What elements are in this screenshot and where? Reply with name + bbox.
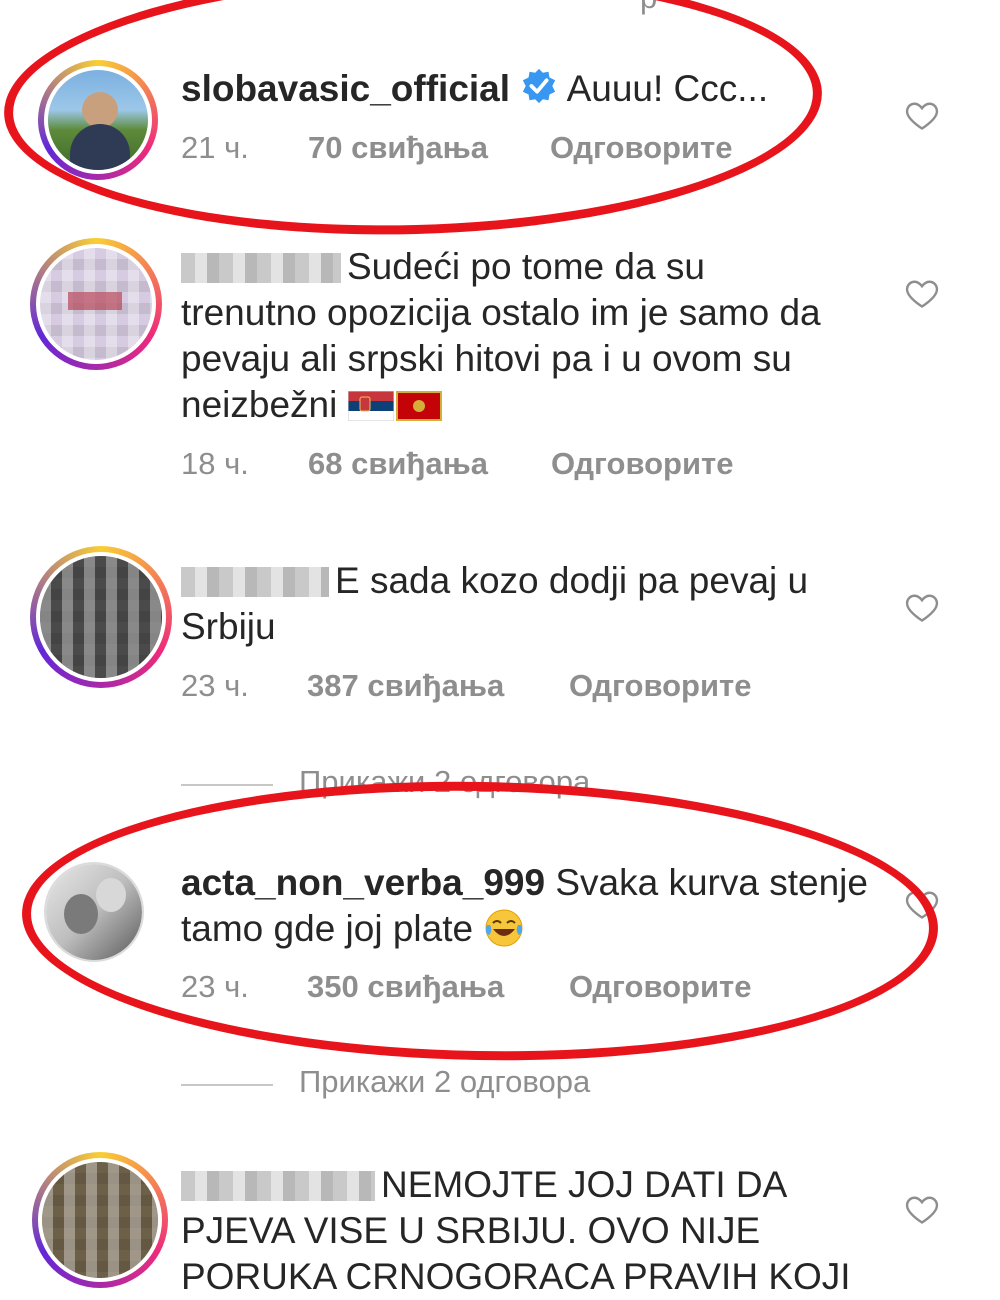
comment-text: NEMOJTE JOJ DATI DA (381, 1164, 788, 1205)
montenegro-flag-icon (395, 391, 442, 421)
comment-line: pevaju ali srpski hitovi pa i u ovom su (181, 338, 792, 379)
username[interactable]: slobavasic_official (181, 68, 510, 109)
comment-line: tamo gde joj plate (181, 906, 881, 952)
likes-count[interactable]: 387 свиђања (307, 668, 504, 704)
blurred-username[interactable] (181, 567, 329, 597)
likes-count[interactable]: 68 свиђања (308, 446, 488, 482)
comment-text: neizbežni (181, 384, 338, 425)
comment-line: trenutno opozicija ostalo im je samo da (181, 292, 821, 333)
blurred-username[interactable] (181, 1171, 375, 1201)
comment-line: Sudeći po tome da su (181, 244, 881, 290)
timestamp: 18 ч. (181, 446, 249, 481)
view-replies-label: Прикажи 2 одговора (299, 764, 591, 799)
comment-body: slobavasic_official Auuu! Ccc... (181, 66, 881, 112)
avatar[interactable] (38, 60, 158, 180)
comment-text: tamo gde joj plate (181, 908, 474, 949)
avatar[interactable] (44, 862, 144, 962)
likes-count[interactable]: 350 свиђања (307, 969, 504, 1005)
blurred-username[interactable] (181, 253, 341, 283)
comment-body: acta_non_verba_999 Svaka kurva stenje ta… (181, 860, 881, 952)
comment-line: acta_non_verba_999 Svaka kurva stenje (181, 860, 881, 906)
likes-count[interactable]: 70 свиђања (308, 130, 488, 166)
heart-icon[interactable] (904, 1191, 940, 1227)
reply-button[interactable]: Одговорите (550, 130, 732, 166)
comment-line: Srbiju (181, 606, 276, 647)
heart-icon[interactable] (904, 886, 940, 922)
avatar[interactable] (32, 1152, 168, 1288)
timestamp: 23 ч. (181, 969, 249, 1004)
comment-body: NEMOJTE JOJ DATI DA PJEVA VISE U SRBIJU.… (181, 1162, 881, 1300)
comment-line: neizbežni (181, 382, 881, 428)
divider (181, 1084, 273, 1086)
comment-body: E sada kozo dodji pa pevaj u Srbiju (181, 558, 881, 650)
avatar[interactable] (30, 238, 162, 370)
verified-badge-icon (523, 68, 556, 104)
heart-icon[interactable] (904, 589, 940, 625)
comment-line: PJEVA VISE U SRBIJU. OVO NIJE (181, 1210, 761, 1251)
timestamp: 23 ч. (181, 668, 249, 703)
comment-line: E sada kozo dodji pa pevaj u (181, 558, 881, 604)
username[interactable]: acta_non_verba_999 (181, 862, 545, 903)
reply-button[interactable]: Одговорите (569, 969, 751, 1005)
serbia-flag-icon (347, 391, 394, 421)
heart-icon[interactable] (904, 97, 940, 133)
view-replies-label: Прикажи 2 одговора (299, 1064, 591, 1099)
reply-button[interactable]: Одговорите (551, 446, 733, 482)
comment-text: Auuu! Ccc... (566, 68, 769, 109)
comment-line: PORUKA CRNOGORACA PRAVIH KOJI (181, 1256, 851, 1297)
comment-line: NEMOJTE JOJ DATI DA (181, 1162, 881, 1208)
avatar[interactable] (30, 546, 172, 688)
tears-of-joy-emoji-icon (485, 909, 523, 947)
timestamp: 21 ч. (181, 130, 249, 165)
reply-button[interactable]: Одговорите (569, 668, 751, 704)
divider (181, 784, 273, 786)
comment-text: E sada kozo dodji pa pevaj u (335, 560, 809, 601)
heart-icon[interactable] (904, 275, 940, 311)
comment-text: Sudeći po tome da su (347, 246, 705, 287)
cut-off-text: р (640, 0, 657, 16)
comment-text: Svaka kurva stenje (555, 862, 868, 903)
comment-body: Sudeći po tome da su trenutno opozicija … (181, 244, 881, 428)
